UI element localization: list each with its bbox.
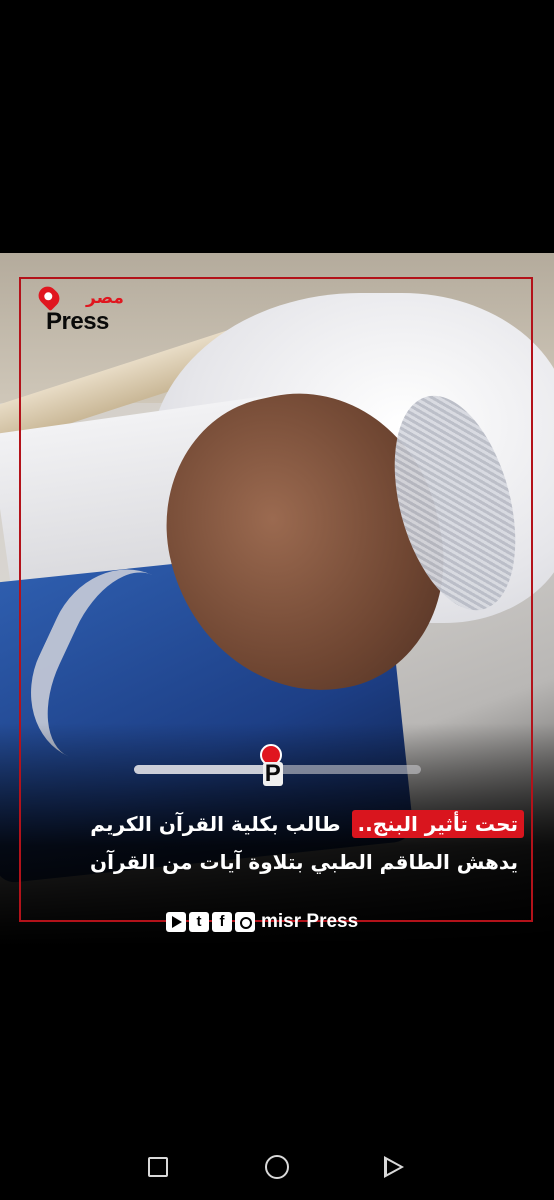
twitter-icon: t: [189, 912, 209, 932]
headline-line2: يدهش الطاقم الطبي بتلاوة آيات من القرآن: [90, 850, 518, 874]
location-pin-icon: [34, 282, 64, 312]
headline-line1-rest: طالب بكلية القرآن الكريم: [90, 812, 341, 836]
scrubber-logo-icon: P: [262, 760, 283, 787]
headline-highlight: تحت تأثير البنج..: [351, 810, 524, 838]
video-progress-fill: [134, 765, 272, 774]
home-icon[interactable]: [265, 1155, 289, 1179]
logo-latin: Press: [46, 308, 109, 335]
facebook-icon: f: [212, 912, 232, 932]
misr-press-logo: مصر Press: [34, 282, 126, 340]
headline-line1: تحت تأثير البنج.. طالب بكلية القرآن الكر…: [30, 806, 524, 842]
instagram-icon: [235, 912, 255, 932]
recents-icon[interactable]: [148, 1157, 168, 1177]
back-icon[interactable]: [384, 1156, 404, 1178]
video-scrubber-thumb[interactable]: P: [258, 742, 286, 790]
social-bar: t f misr Press: [166, 910, 358, 934]
brand-name: misr Press: [261, 911, 359, 932]
headline: تحت تأثير البنج.. طالب بكلية القرآن الكر…: [30, 806, 524, 882]
system-nav-bar: [0, 1130, 554, 1200]
logo-arabic: مصر: [86, 288, 124, 308]
youtube-icon: [166, 912, 186, 932]
